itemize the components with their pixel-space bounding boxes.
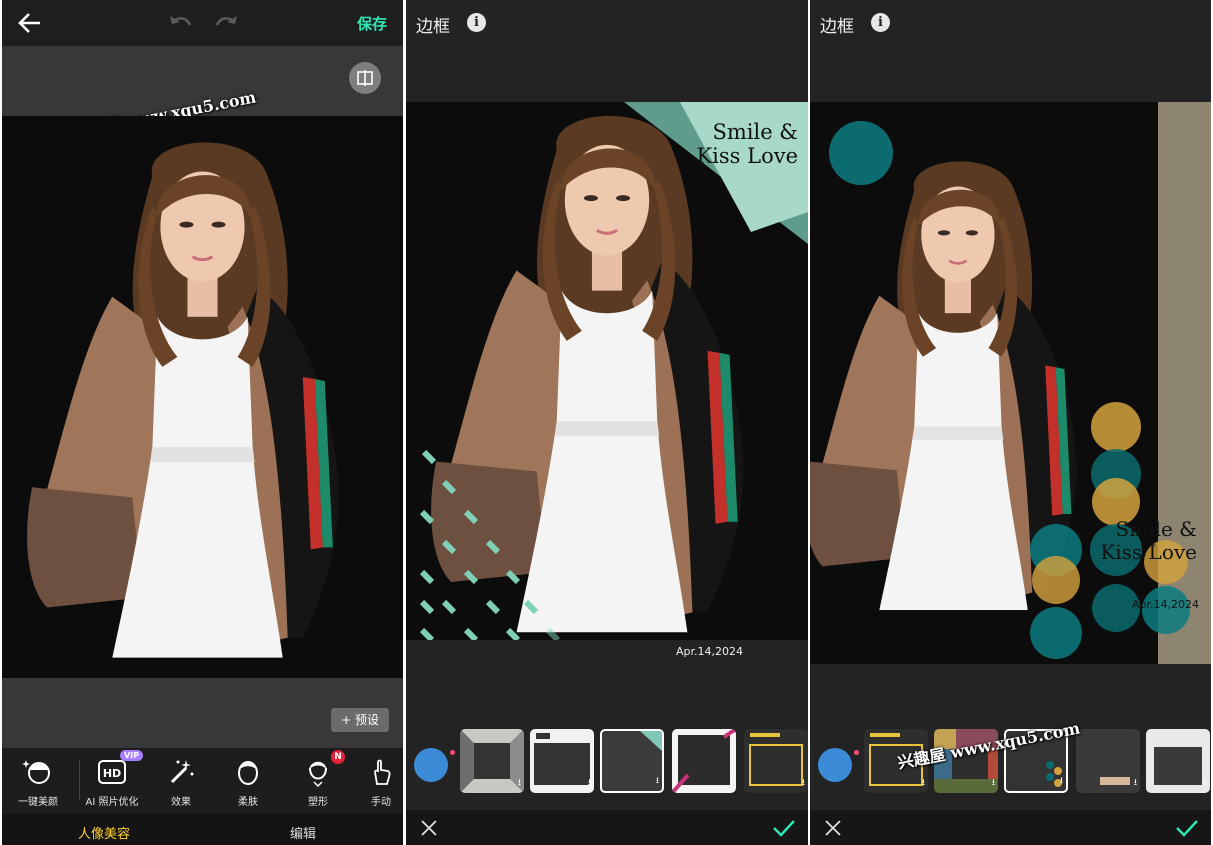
download-icon: ⭳: [587, 778, 591, 788]
frame-thumb-pattern: [534, 733, 590, 785]
new-badge: N: [331, 750, 345, 764]
frame-picker: ⭳ ⭳ ⭳ ⭳ ⭳: [406, 718, 808, 810]
preset-button[interactable]: + 预设: [331, 708, 389, 732]
page-title: 边框: [820, 17, 854, 37]
frame-overlay-geometric: [419, 102, 808, 640]
tool-label: AI 照片优化: [85, 797, 139, 808]
svg-text:HD: HD: [103, 767, 121, 780]
face-sparkle-icon: [22, 760, 50, 784]
frame-thumb-selected[interactable]: ⭳: [600, 729, 664, 793]
tool-skin-smooth[interactable]: 柔肤: [218, 756, 278, 808]
frame-thumb[interactable]: ⭳: [1146, 729, 1210, 793]
beauty-tools-bar: 一键美颜 HD VIP AI 照片优化 效果 柔肤 N 塑形 手动: [2, 748, 403, 814]
bottom-tabs: 人像美容 编辑: [2, 814, 403, 845]
frame-editor-panel-a: 边框 i Smile & Kiss Love Apr.14,2024 ⭳ ⭳ ⭳…: [406, 0, 808, 845]
header: 边框 i: [810, 0, 1211, 46]
compare-toolbar: 兴趣屋 www.xqu5.com: [2, 46, 403, 141]
portrait-photo: [2, 116, 403, 678]
top-bar: 保存: [2, 0, 403, 46]
tool-manual[interactable]: 手动: [358, 756, 403, 808]
confirm-check-icon[interactable]: [1175, 818, 1199, 838]
save-button[interactable]: 保存: [357, 13, 387, 34]
close-icon[interactable]: [824, 819, 842, 837]
tool-label: 效果: [171, 797, 191, 808]
frame-date: Apr.14,2024: [1132, 598, 1200, 611]
frame-picker: ⭳ ⭳ ⭳ ⭳ ⭳ 兴趣屋 www.xqu5.com: [810, 718, 1211, 810]
undo-icon[interactable]: [168, 11, 194, 35]
redo-icon[interactable]: [213, 11, 239, 35]
download-icon: ⭳: [517, 778, 521, 788]
tool-label: 一键美颜: [18, 797, 58, 808]
frame-caption: Smile & Kiss Love: [696, 120, 798, 169]
vip-badge: VIP: [119, 750, 143, 761]
back-arrow-icon[interactable]: [16, 9, 44, 37]
confirm-check-icon[interactable]: [772, 818, 796, 838]
new-dot: [450, 750, 455, 755]
frame-thumb[interactable]: ⭳: [744, 729, 808, 793]
face-reshape-icon: [309, 761, 327, 788]
download-icon: ⭳: [1133, 778, 1137, 788]
frame-thumb-pattern: [1154, 747, 1202, 785]
close-icon[interactable]: [420, 819, 438, 837]
photo-canvas[interactable]: [2, 116, 403, 678]
tool-one-click-beauty[interactable]: 一键美颜: [8, 756, 68, 808]
tool-label: 柔肤: [238, 797, 258, 808]
action-bar: [406, 810, 808, 845]
download-icon: ⭳: [991, 778, 995, 788]
frame-thumb-pattern: [640, 731, 662, 751]
frame-thumb[interactable]: ⭳: [530, 729, 594, 793]
frame-date: Apr.14,2024: [676, 645, 744, 658]
store-icon[interactable]: [414, 748, 448, 782]
compare-button[interactable]: [349, 62, 381, 94]
frame-thumb-pattern: [672, 729, 736, 793]
page-title: 边框: [416, 17, 450, 37]
info-icon[interactable]: i: [467, 13, 486, 32]
hand-pointer-icon: [374, 759, 391, 785]
download-icon: ⭳: [1203, 778, 1207, 788]
frame-thumb-pattern: [1100, 777, 1130, 785]
download-icon: ⭳: [655, 776, 659, 786]
frame-thumb-pattern: [460, 729, 524, 793]
tab-edit[interactable]: 编辑: [290, 823, 316, 842]
beauty-editor-panel: 保存 兴趣屋 www.xqu5.com + 预设 一键美颜 HD VIP AI 照…: [2, 0, 403, 845]
header: 边框 i: [406, 0, 808, 46]
compare-split-icon: [357, 70, 373, 86]
tool-ai-photo-enhance[interactable]: HD VIP AI 照片优化: [82, 750, 143, 808]
new-dot: [854, 750, 859, 755]
tool-divider: [79, 760, 80, 800]
photo-canvas[interactable]: Smile & Kiss Love: [406, 102, 808, 640]
magic-wand-icon: [170, 760, 194, 784]
tool-reshape[interactable]: N 塑形: [288, 750, 348, 808]
action-bar: [810, 810, 1211, 845]
tool-label: 塑形: [308, 797, 328, 808]
frame-editor-panel-b: 边框 i Smile & Kiss Love Apr.14,2024 ⭳ ⭳ ⭳…: [810, 0, 1211, 845]
info-icon[interactable]: i: [871, 13, 890, 32]
download-icon: ⭳: [921, 778, 925, 788]
tab-portrait-beauty[interactable]: 人像美容: [78, 823, 130, 842]
tool-effects[interactable]: 效果: [151, 756, 211, 808]
frame-thumb-pattern: [749, 733, 803, 786]
preset-area: + 预设: [2, 678, 403, 748]
frame-overlay-circles: [829, 121, 1190, 659]
download-icon: ⭳: [729, 778, 733, 788]
store-icon[interactable]: [818, 748, 852, 782]
frame-caption: Smile & Kiss Love: [1100, 517, 1197, 564]
download-icon: ⭳: [1059, 776, 1063, 786]
frame-thumb[interactable]: ⭳: [672, 729, 736, 793]
tool-label: 手动: [371, 797, 391, 808]
frame-thumb[interactable]: ⭳: [460, 729, 524, 793]
face-smooth-icon: [238, 761, 258, 785]
download-icon: ⭳: [801, 778, 805, 788]
photo-canvas[interactable]: Smile & Kiss Love Apr.14,2024: [810, 102, 1211, 664]
frame-thumb[interactable]: ⭳: [1076, 729, 1140, 793]
